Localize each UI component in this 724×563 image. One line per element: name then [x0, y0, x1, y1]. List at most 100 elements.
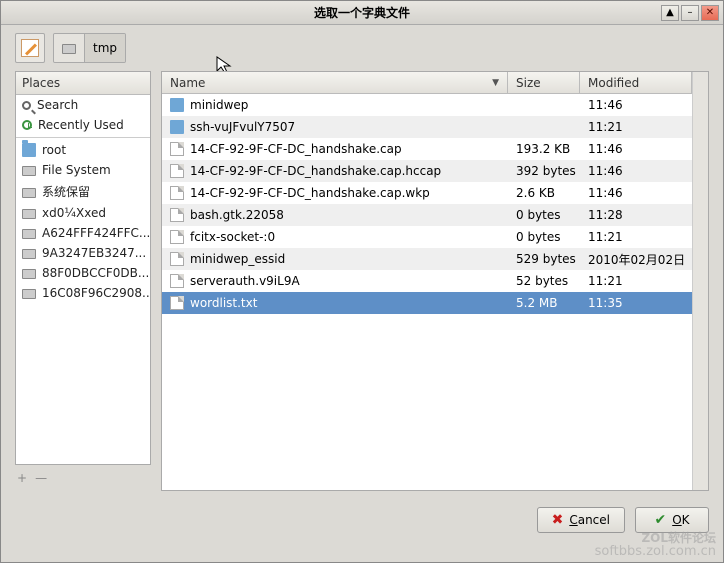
titlebar: 选取一个字典文件 ▲ – ✕: [1, 1, 723, 25]
sidebar-item[interactable]: A624FFF424FFC...: [16, 223, 150, 243]
places-toolbar: + —: [15, 465, 151, 491]
table-row[interactable]: 14-CF-92-9F-CF-DC_handshake.cap.wkp2.6 K…: [162, 182, 692, 204]
folder-icon: [170, 98, 184, 112]
path-segment-label: tmp: [93, 41, 117, 55]
hd-icon: [22, 166, 36, 176]
table-row[interactable]: bash.gtk.220580 bytes11:28: [162, 204, 692, 226]
sidebar-item[interactable]: 16C08F96C2908...: [16, 283, 150, 303]
file-name: 14-CF-92-9F-CF-DC_handshake.cap.hccap: [190, 164, 441, 178]
cancel-icon: ✖: [552, 512, 564, 528]
sidebar-item[interactable]: xd0¼Xxed: [16, 203, 150, 223]
path-bar: tmp: [53, 33, 126, 63]
file-name: fcitx-socket-:0: [190, 230, 275, 244]
sidebar-item[interactable]: 9A3247EB3247...: [16, 243, 150, 263]
file-icon: [170, 296, 184, 310]
close-button[interactable]: ✕: [701, 5, 719, 21]
file-modified: 11:46: [580, 164, 692, 178]
sidebar-item-label: xd0¼Xxed: [42, 206, 106, 220]
table-row[interactable]: ssh-vuJFvulY750711:21: [162, 116, 692, 138]
toolbar: tmp: [1, 25, 723, 71]
minimize-button[interactable]: –: [681, 5, 699, 21]
sidebar-item-label: A624FFF424FFC...: [42, 226, 150, 240]
add-bookmark-button[interactable]: +: [17, 471, 27, 485]
table-row[interactable]: minidwep 11:46: [162, 94, 692, 116]
scrollbar[interactable]: [692, 72, 708, 490]
dialog-footer: ✖Cancel ✔OK: [1, 499, 723, 547]
sidebar-item-label: 88F0DBCCF0DB...: [42, 266, 149, 280]
sidebar-item[interactable]: 系统保留: [16, 180, 150, 203]
pencil-icon: [21, 39, 39, 57]
remove-bookmark-button[interactable]: —: [35, 471, 47, 485]
table-row[interactable]: fcitx-socket-:0 0 bytes11:21: [162, 226, 692, 248]
hd-icon: [22, 289, 36, 299]
hd-icon: [22, 269, 36, 279]
hd-icon: [22, 249, 36, 259]
file-name: 14-CF-92-9F-CF-DC_handshake.cap: [190, 142, 402, 156]
file-icon: [170, 142, 184, 156]
edit-filename-button[interactable]: [15, 33, 45, 63]
column-size[interactable]: Size: [508, 72, 580, 93]
table-row[interactable]: 14-CF-92-9F-CF-DC_handshake.cap 193.2 KB1…: [162, 138, 692, 160]
ok-button[interactable]: ✔OK: [635, 507, 709, 533]
table-row[interactable]: wordlist.txt5.2 MB11:35: [162, 292, 692, 314]
sort-indicator-icon: ▼: [492, 78, 499, 88]
cancel-button[interactable]: ✖Cancel: [537, 507, 625, 533]
dialog-body: Places Search Recently Used root File Sys…: [1, 71, 723, 499]
sidebar-item[interactable]: root: [16, 140, 150, 160]
table-row[interactable]: minidwep_essid529 bytes2010年02月02日: [162, 248, 692, 270]
sidebar-item-label: root: [42, 143, 66, 157]
file-size: 193.2 KB: [508, 142, 580, 156]
sidebar-item-label: 9A3247EB3247...: [42, 246, 146, 260]
file-rows: minidwep11:46ssh-vuJFvulY750711:2114-CF-…: [162, 94, 692, 490]
sidebar-item[interactable]: 88F0DBCCF0DB...: [16, 263, 150, 283]
file-modified: 11:46: [580, 142, 692, 156]
column-modified[interactable]: Modified: [580, 72, 692, 93]
rollup-button[interactable]: ▲: [661, 5, 679, 21]
file-name: 14-CF-92-9F-CF-DC_handshake.cap.wkp: [190, 186, 430, 200]
file-icon: [170, 186, 184, 200]
file-modified: 11:46: [580, 98, 692, 112]
window-title: 选取一个字典文件: [314, 4, 410, 21]
file-icon: [170, 252, 184, 266]
sidebar-item-label: 系统保留: [42, 183, 90, 200]
table-row[interactable]: 14-CF-92-9F-CF-DC_handshake.cap.hccap392…: [162, 160, 692, 182]
places-header: Places: [16, 72, 150, 95]
file-icon: [170, 230, 184, 244]
file-modified: 11:46: [580, 186, 692, 200]
sidebar-item[interactable]: File System: [16, 160, 150, 180]
file-size: 0 bytes: [508, 208, 580, 222]
file-size: 5.2 MB: [508, 296, 580, 310]
file-modified: 11:21: [580, 230, 692, 244]
file-modified: 2010年02月02日: [580, 251, 692, 268]
file-modified: 11:21: [580, 274, 692, 288]
column-headers: Name▼ Size Modified: [162, 72, 692, 94]
folder-icon: [22, 143, 36, 157]
file-icon: [170, 208, 184, 222]
table-row[interactable]: serverauth.v9iL9A 52 bytes11:21: [162, 270, 692, 292]
path-root[interactable]: [54, 34, 85, 62]
places-panel: Places Search Recently Used root File Sys…: [15, 71, 151, 465]
sidebar-item-label: File System: [42, 163, 111, 177]
file-chooser-dialog: 选取一个字典文件 ▲ – ✕ tmp Places Search Recentl…: [0, 0, 724, 563]
file-area: Name▼ Size Modified minidwep 11:46 ssh-vuJ…: [161, 71, 709, 491]
hd-icon: [22, 209, 36, 219]
separator: [16, 137, 150, 138]
file-size: 0 bytes: [508, 230, 580, 244]
hd-icon: [22, 229, 36, 239]
places-list: Search Recently Used root File System 系统保留…: [16, 95, 150, 303]
places-recent[interactable]: Recently Used: [16, 115, 150, 135]
file-modified: 11:28: [580, 208, 692, 222]
hd-icon: [62, 44, 76, 54]
ok-icon: ✔: [654, 512, 666, 528]
folder-icon: [170, 120, 184, 134]
places-search[interactable]: Search: [16, 95, 150, 115]
file-modified: 11:35: [580, 296, 692, 310]
file-size: 529 bytes: [508, 252, 580, 266]
file-modified: 11:21: [580, 120, 692, 134]
file-size: 52 bytes: [508, 274, 580, 288]
hd-icon: [22, 188, 36, 198]
column-name[interactable]: Name▼: [162, 72, 508, 93]
file-name: minidwep: [190, 98, 248, 112]
path-segment-tmp[interactable]: tmp: [85, 34, 125, 62]
file-name: serverauth.v9iL9A: [190, 274, 300, 288]
